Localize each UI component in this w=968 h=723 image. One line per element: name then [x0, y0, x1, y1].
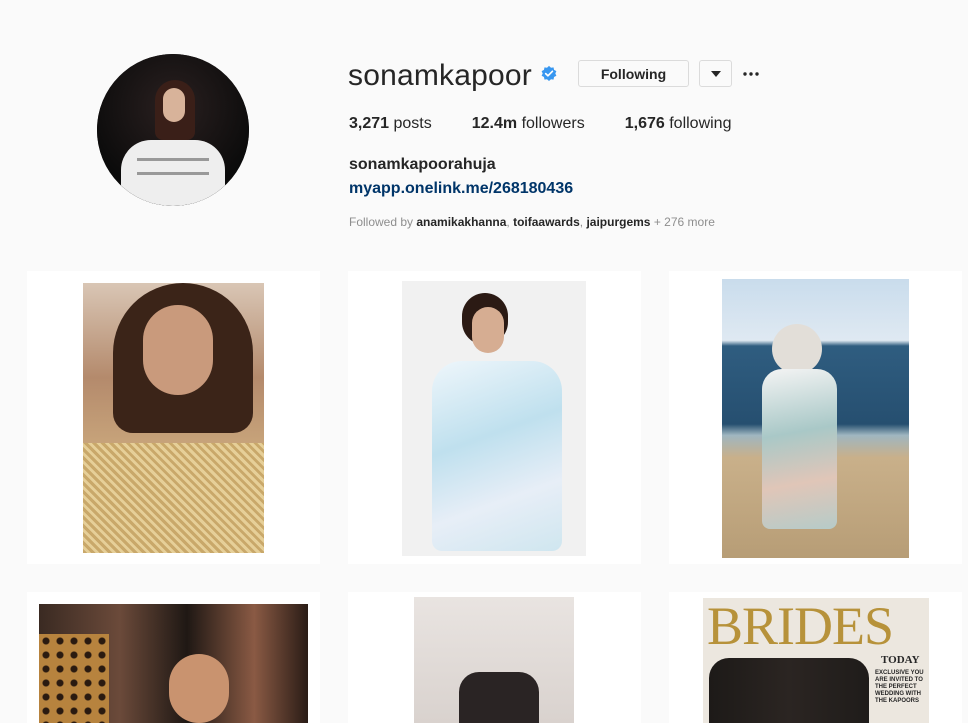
photo-face: [169, 654, 229, 723]
followed-by-prefix: Followed by: [349, 215, 417, 229]
profile-avatar[interactable]: [97, 54, 249, 206]
followed-by-account[interactable]: toifaawards: [513, 215, 580, 229]
post-photo: [722, 279, 909, 558]
photo-outfit: [762, 369, 837, 529]
avatar-shirt-print: [137, 158, 209, 161]
photo-outfit: [432, 361, 562, 551]
photo-face: [472, 307, 504, 353]
post-tile[interactable]: [669, 271, 962, 564]
followers-count: 12.4m: [471, 115, 518, 132]
post-photo: [39, 604, 308, 723]
more-options-icon: [743, 71, 759, 76]
posts-stat: 3,271 posts: [349, 115, 432, 133]
post-photo: BRIDES TODAY EXCLUSIVE YOU ARE INVITED T…: [703, 598, 929, 723]
avatar-shirt-print: [137, 172, 209, 175]
post-photo: [402, 281, 586, 556]
photo-dress: [83, 443, 264, 553]
post-photo: [414, 597, 574, 723]
post-tile[interactable]: [27, 592, 320, 723]
profile-stats: 3,271 posts 12.4m followers 1,676 follow…: [349, 115, 771, 133]
avatar-face: [163, 88, 185, 122]
photo-people: [459, 672, 539, 723]
verified-badge-icon: [541, 65, 557, 82]
following-stat[interactable]: 1,676 following: [625, 115, 732, 133]
following-label: following: [669, 115, 732, 132]
post-tile[interactable]: BRIDES TODAY EXCLUSIVE YOU ARE INVITED T…: [669, 592, 962, 723]
followed-by-account[interactable]: anamikakhanna: [416, 215, 506, 229]
magazine-subtitle: TODAY: [881, 654, 920, 666]
posts-count: 3,271: [349, 115, 390, 132]
posts-label: posts: [393, 115, 432, 132]
photo-person: [772, 324, 822, 374]
photo-leopard-print: [39, 634, 109, 723]
following-button[interactable]: Following: [578, 60, 689, 87]
followers-label: followers: [521, 115, 585, 132]
followed-by-more: + 276 more: [653, 215, 715, 229]
followed-by-account[interactable]: jaipurgems: [586, 215, 650, 229]
post-tile[interactable]: [348, 271, 641, 564]
video-camera-icon: [597, 604, 631, 628]
following-count: 1,676: [624, 115, 665, 132]
photo-face: [143, 305, 213, 395]
followers-stat[interactable]: 12.4m followers: [472, 115, 585, 133]
profile-bio-link[interactable]: myapp.onelink.me/268180436: [349, 180, 573, 198]
post-tile[interactable]: [348, 592, 641, 723]
profile-username: sonamkapoor: [348, 59, 532, 92]
suggestions-dropdown-button[interactable]: [699, 60, 732, 87]
caret-down-icon: [710, 70, 721, 77]
post-photo: [83, 283, 264, 553]
followed-by-line[interactable]: Followed by anamikakhanna, toifaawards, …: [349, 215, 715, 229]
more-options-button[interactable]: [738, 60, 764, 87]
magazine-cover-line: EXCLUSIVE YOU ARE INVITED TO THE PERFECT…: [875, 670, 924, 704]
magazine-title: BRIDES: [707, 598, 894, 656]
post-tile[interactable]: [27, 271, 320, 564]
profile-full-name: sonamkapoorahuja: [349, 156, 496, 173]
magazine-people: [709, 658, 869, 723]
